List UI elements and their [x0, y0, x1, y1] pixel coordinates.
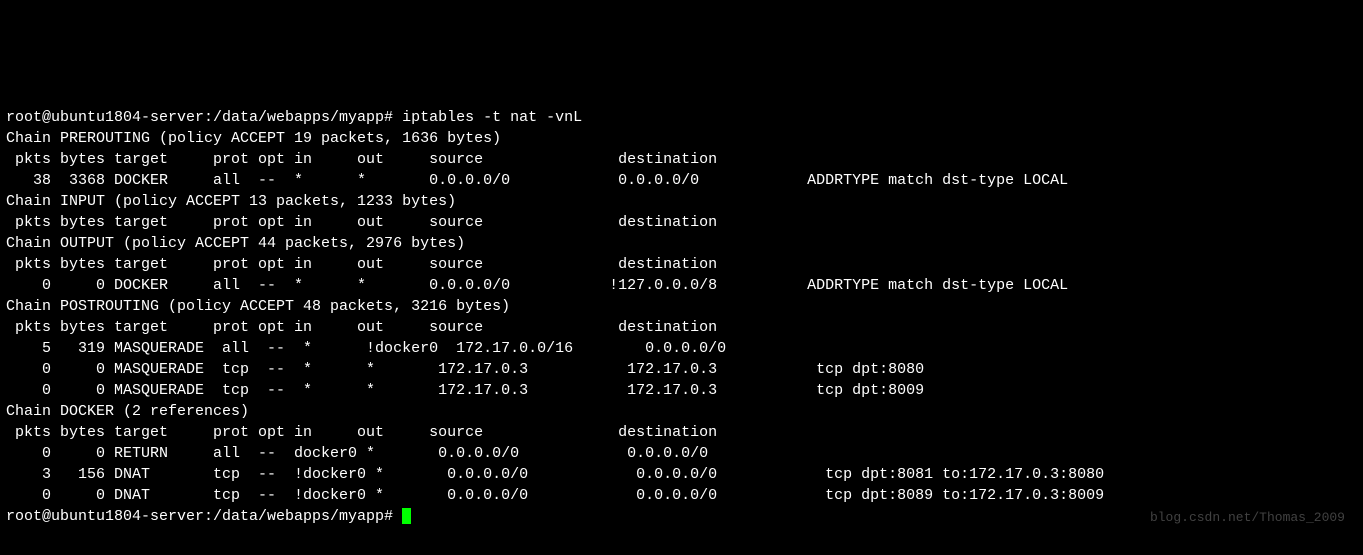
columns-header: pkts bytes target prot opt in out source… — [6, 254, 1357, 275]
columns-header: pkts bytes target prot opt in out source… — [6, 317, 1357, 338]
rule-row: 0 0 RETURN all -- docker0 * 0.0.0.0/0 0.… — [6, 443, 1357, 464]
columns-header: pkts bytes target prot opt in out source… — [6, 212, 1357, 233]
columns-header: pkts bytes target prot opt in out source… — [6, 422, 1357, 443]
rule-row: 0 0 DOCKER all -- * * 0.0.0.0/0 !127.0.0… — [6, 275, 1357, 296]
rule-row: 0 0 DNAT tcp -- !docker0 * 0.0.0.0/0 0.0… — [6, 485, 1357, 506]
terminal-output[interactable]: root@ubuntu1804-server:/data/webapps/mya… — [0, 105, 1363, 529]
chain-header-docker: Chain DOCKER (2 references) — [6, 401, 1357, 422]
cursor-icon — [402, 508, 411, 524]
columns-header: pkts bytes target prot opt in out source… — [6, 149, 1357, 170]
chain-header-input: Chain INPUT (policy ACCEPT 13 packets, 1… — [6, 191, 1357, 212]
chain-header-output: Chain OUTPUT (policy ACCEPT 44 packets, … — [6, 233, 1357, 254]
rule-row: 0 0 MASQUERADE tcp -- * * 172.17.0.3 172… — [6, 380, 1357, 401]
rule-row: 0 0 MASQUERADE tcp -- * * 172.17.0.3 172… — [6, 359, 1357, 380]
chain-header-postrouting: Chain POSTROUTING (policy ACCEPT 48 pack… — [6, 296, 1357, 317]
watermark-text: blog.csdn.net/Thomas_2009 — [1150, 507, 1345, 528]
prompt-text: root@ubuntu1804-server:/data/webapps/mya… — [6, 508, 402, 525]
rule-row: 3 156 DNAT tcp -- !docker0 * 0.0.0.0/0 0… — [6, 464, 1357, 485]
chain-header-prerouting: Chain PREROUTING (policy ACCEPT 19 packe… — [6, 128, 1357, 149]
prompt-line: root@ubuntu1804-server:/data/webapps/mya… — [6, 107, 1357, 128]
rule-row: 38 3368 DOCKER all -- * * 0.0.0.0/0 0.0.… — [6, 170, 1357, 191]
rule-row: 5 319 MASQUERADE all -- * !docker0 172.1… — [6, 338, 1357, 359]
